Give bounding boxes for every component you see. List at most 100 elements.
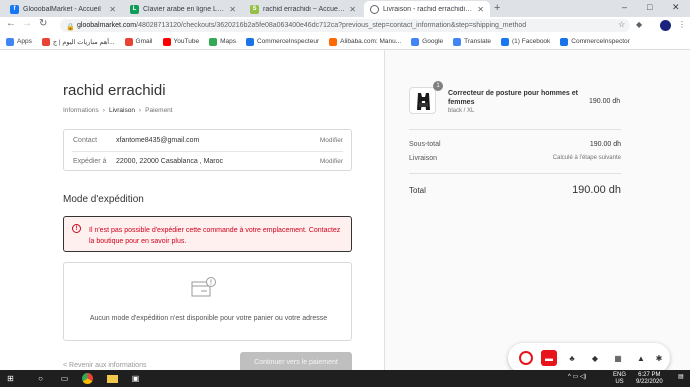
no-shipping-panel: Aucun mode d'expédition n'est disponible… (63, 262, 352, 341)
browser-tab-active[interactable]: Livraison - rachid errachidi - Paiement … (364, 1, 490, 17)
target-icon[interactable] (519, 351, 533, 365)
bell-icon[interactable]: ▲ (633, 350, 649, 366)
review-block: Contact xfantome8435@gmail.com Modifier … (63, 129, 352, 171)
bookmarks-bar: Apps أهم مباريات اليوم | ج... Gmail YouT… (0, 34, 690, 50)
url-domain: gloobalmarket.com (77, 22, 137, 29)
tab-title: rachid errachidi ~ Accueil ~ Shopify (263, 5, 345, 13)
shopify-icon: S (250, 4, 259, 14)
order-summary: 1 Correcteur de posture pour hommes et f… (384, 50, 690, 370)
google-icon (411, 37, 420, 46)
close-icon[interactable]: ✕ (349, 5, 356, 14)
facebook-icon: f (10, 4, 19, 14)
language-indicator[interactable]: ENG US (613, 372, 626, 385)
folder-icon[interactable] (106, 372, 119, 385)
bookmark[interactable]: Alibaba.com: Manu... (329, 37, 401, 46)
subtotal-value: 190.00 dh (589, 141, 621, 148)
total-label: Total (409, 186, 426, 195)
alibaba-icon (329, 37, 338, 46)
extension-icon[interactable]: ◆ (636, 20, 642, 29)
forward-icon[interactable]: → (22, 18, 32, 29)
shipping-value: Calculé à l'étape suivante (552, 155, 621, 161)
return-to-information-link[interactable]: < Revenir aux informations (63, 362, 146, 369)
close-window-icon[interactable]: ✕ (672, 2, 680, 13)
bookmark[interactable]: Translate (453, 37, 491, 46)
bookmark[interactable]: Maps (209, 37, 236, 46)
browser-tab[interactable]: S rachid errachidi ~ Accueil ~ Shopify ✕ (244, 1, 362, 17)
shipping-box-icon (191, 277, 216, 297)
lock-icon: 🔒 (66, 23, 75, 31)
task-view-icon[interactable]: ▭ (58, 372, 71, 385)
browser-tab[interactable]: f GlooobalMarket - Accueil ✕ (4, 1, 122, 17)
taskbar: ⊞ ○ ▭ ▣ ^ ▭ ◁) ENG US 6:27 PM 9/22/2020 ▤ (0, 370, 690, 387)
globe-icon (370, 4, 379, 14)
youtube-icon (162, 37, 171, 46)
close-icon[interactable]: ✕ (229, 5, 236, 14)
floating-widget: ▬ ♣ ◆ ▦ ▲ ✱ (508, 343, 670, 370)
review-row-address: Expédier à 22000, 22000 Casablanca , Mar… (64, 151, 351, 172)
bookmark[interactable]: Gmail (124, 37, 153, 46)
commerce-inspecteur-icon (245, 37, 254, 46)
notifications-icon[interactable]: ▤ (678, 374, 684, 381)
maps-icon (209, 37, 218, 46)
bookmark[interactable]: CommerceInspecteur (245, 37, 319, 46)
posture-corrector-icon (417, 93, 430, 110)
product-price: 190.00 dh (589, 98, 621, 105)
windows-start-icon[interactable]: ⊞ (4, 372, 17, 385)
avatar[interactable] (660, 20, 671, 31)
breadcrumb-paiement: Paiement (145, 107, 173, 114)
breadcrumb-livraison: Livraison (108, 107, 135, 114)
tray-icons[interactable]: ^ ▭ ◁) (568, 374, 586, 381)
modify-contact-link[interactable]: Modifier (320, 137, 343, 144)
browser-tab[interactable]: L Clavier arabe en ligne LEXILOGOS ✕ (124, 1, 242, 17)
review-row-contact: Contact xfantome8435@gmail.com Modifier (64, 130, 351, 151)
new-tab-button[interactable]: + (494, 2, 500, 14)
bookmark[interactable]: CommerceInspector (560, 37, 630, 46)
divider (409, 173, 621, 174)
tab-title: Livraison - rachid errachidi - Paiement (383, 5, 473, 13)
checkout-page: rachid errachidi Informations › Livraiso… (0, 50, 690, 370)
store-icon[interactable]: ▣ (129, 372, 142, 385)
lexilogos-icon: L (130, 4, 139, 14)
bookmark[interactable]: أهم مباريات اليوم | ج... (41, 37, 115, 46)
apps-icon[interactable]: ♣ (564, 350, 580, 366)
subtotal-label: Sous-total (409, 141, 441, 148)
search-icon[interactable]: ○ (34, 372, 47, 385)
grid-icon[interactable]: ▦ (610, 350, 626, 366)
star-icon[interactable]: ☆ (618, 20, 625, 29)
review-value: xfantome8435@gmail.com (116, 137, 200, 144)
modify-address-link[interactable]: Modifier (320, 158, 343, 165)
breadcrumb-informations[interactable]: Informations (63, 107, 99, 114)
close-icon[interactable]: ✕ (109, 5, 116, 14)
bookmark[interactable]: Apps (6, 37, 32, 46)
back-icon[interactable]: ← (6, 18, 16, 29)
continue-to-payment-button[interactable]: Continuer vers le paiement (240, 352, 352, 370)
close-icon[interactable]: ✕ (477, 5, 484, 14)
sports-icon (41, 37, 50, 46)
shop-title[interactable]: rachid errachidi (63, 82, 166, 99)
product-variant: black / XL (448, 108, 475, 114)
address-bar[interactable]: 🔒 gloobalmarket.com/48028713120/checkout… (60, 19, 630, 32)
shipping-label: Livraison (409, 155, 438, 162)
bookmark[interactable]: YouTube (162, 37, 199, 46)
clock[interactable]: 6:27 PM 9/22/2020 (636, 372, 663, 385)
commerce-inspector-icon (560, 37, 569, 46)
minimize-icon[interactable]: – (622, 2, 627, 12)
no-shipping-message: Aucun mode d'expédition n'est disponible… (89, 315, 328, 322)
breadcrumb-separator: › (102, 107, 105, 114)
product-name: Correcteur de posture pour hommes et fem… (448, 90, 578, 106)
reload-icon[interactable]: ↻ (39, 18, 47, 29)
gmail-icon (124, 37, 133, 46)
menu-icon[interactable]: ⋮ (678, 20, 686, 29)
bookmark[interactable]: (1) Facebook (501, 37, 550, 46)
box-icon[interactable]: ◆ (587, 350, 603, 366)
store-icon[interactable]: ▬ (541, 350, 557, 366)
bookmark[interactable]: Google (411, 37, 443, 46)
shipping-row: Livraison Calculé à l'étape suivante (409, 155, 621, 162)
maximize-icon[interactable]: □ (647, 2, 652, 12)
review-value: 22000, 22000 Casablanca , Maroc (116, 158, 224, 165)
error-message: Il n'est pas possible d'expédier cette c… (89, 227, 341, 245)
gear-icon[interactable]: ✱ (651, 350, 667, 366)
chrome-icon[interactable] (81, 372, 94, 385)
quantity-badge: 1 (433, 81, 443, 91)
facebook-icon (501, 37, 509, 46)
